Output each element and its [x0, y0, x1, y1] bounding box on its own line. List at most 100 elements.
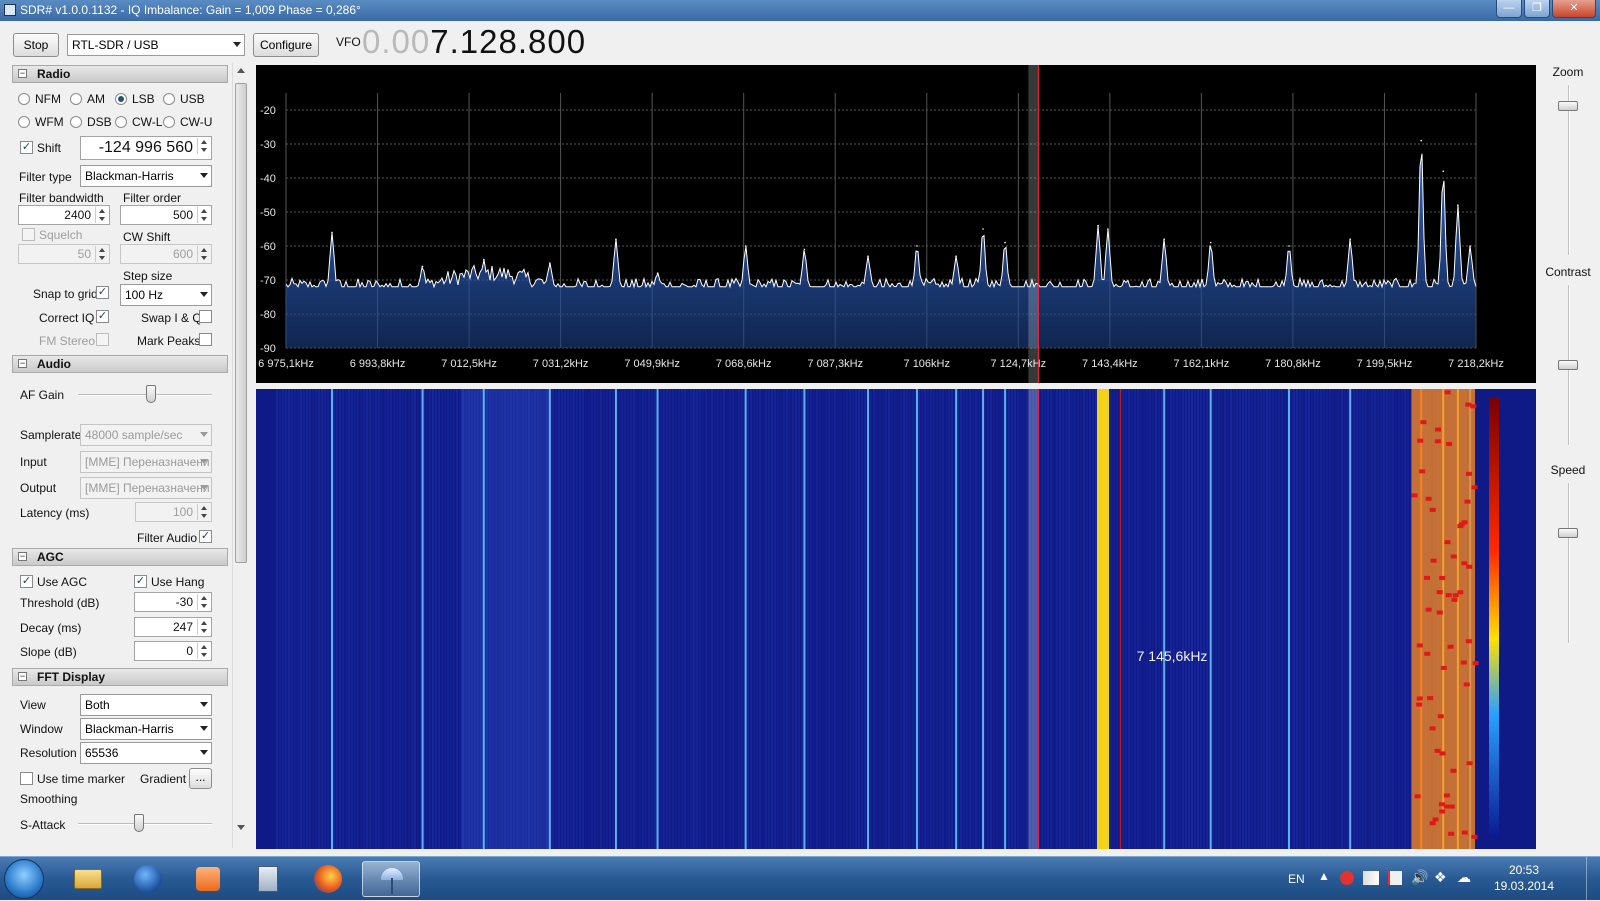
squelch-checkbox[interactable] — [22, 228, 35, 241]
cloud-icon[interactable]: ☁ — [1457, 869, 1471, 886]
spin-arrows-icon[interactable] — [197, 504, 210, 520]
gradient-button[interactable]: ... — [189, 768, 212, 789]
correct-iq-checkbox[interactable]: ✓ — [96, 310, 109, 323]
snap-to-grid-checkbox[interactable]: ✓ — [96, 286, 109, 299]
decay-input[interactable]: 247 — [134, 617, 212, 637]
collapse-icon[interactable]: − — [18, 359, 27, 368]
video-player-taskbar-button[interactable] — [182, 861, 234, 897]
speed-slider-track[interactable] — [1568, 483, 1570, 643]
filter-bandwidth-input[interactable]: 2400 — [18, 205, 110, 225]
output-device-select[interactable]: [MME] Переназначени — [80, 477, 212, 499]
firefox-taskbar-button[interactable] — [302, 861, 354, 897]
mode-radio-nfm[interactable] — [18, 93, 30, 105]
media-player-taskbar-button[interactable] — [122, 861, 174, 897]
explorer-taskbar-button[interactable] — [62, 861, 114, 897]
device-select[interactable]: RTL-SDR / USB — [67, 34, 245, 56]
configure-button[interactable]: Configure — [253, 33, 319, 57]
samplerate-select[interactable]: 48000 sample/sec — [80, 424, 212, 446]
clock-date[interactable]: 19.03.2014 — [1488, 879, 1560, 893]
waterfall-vfo-band[interactable] — [1028, 389, 1039, 849]
start-button[interactable] — [4, 859, 44, 899]
latency-input[interactable]: 100 — [135, 502, 212, 522]
language-indicator[interactable]: EN — [1288, 857, 1305, 901]
action-center-icon[interactable] — [1388, 871, 1402, 885]
filter-order-input[interactable]: 500 — [120, 205, 212, 225]
antivirus-icon[interactable] — [1340, 871, 1354, 885]
resolution-select[interactable]: 65536 — [80, 742, 212, 764]
use-agc-checkbox[interactable]: ✓ — [20, 575, 33, 588]
af-gain-slider-track[interactable] — [78, 394, 212, 396]
mark-peaks-checkbox[interactable] — [199, 333, 212, 346]
stop-button[interactable]: Stop — [13, 33, 59, 57]
use-time-marker-checkbox[interactable] — [20, 772, 33, 785]
mode-radio-usb[interactable] — [163, 93, 175, 105]
spin-arrows-icon[interactable] — [197, 207, 210, 223]
close-button[interactable]: ✕ — [1552, 0, 1596, 18]
collapse-icon[interactable]: − — [18, 69, 27, 78]
spectrum-plot[interactable]: -20 -30 -40 -50 -60 -70 -80 -90 6 975,1kHz 6 993,… — [256, 65, 1536, 383]
slope-input[interactable]: 0 — [134, 641, 212, 661]
collapse-icon[interactable]: − — [18, 552, 27, 561]
waterfall-plot[interactable]: 7 145,6kHz — [256, 389, 1536, 849]
spectrum-peak — [1288, 245, 1290, 247]
fft-window-select[interactable]: Blackman-Harris — [80, 718, 212, 740]
spin-arrows-icon[interactable] — [197, 138, 210, 154]
shift-input[interactable]: -124 996 560 — [80, 136, 212, 160]
scrollbar-thumb[interactable] — [235, 83, 247, 563]
filter-audio-checkbox[interactable]: ✓ — [199, 530, 212, 543]
waterfall-noise-column — [369, 389, 371, 849]
mode-radio-am[interactable] — [70, 93, 82, 105]
waterfall-signal — [614, 389, 617, 849]
minimize-button[interactable]: — — [1496, 0, 1522, 18]
af-gain-slider[interactable] — [146, 385, 157, 403]
mode-radio-dsb[interactable] — [70, 116, 82, 128]
contrast-slider[interactable] — [1558, 360, 1578, 370]
step-size-select[interactable]: 100 Hz — [120, 284, 212, 306]
spin-arrows-icon[interactable] — [95, 207, 108, 223]
view-select[interactable]: Both — [80, 694, 212, 716]
fft-display-section-header[interactable]: − FFT Display — [12, 668, 228, 686]
squelch-input[interactable]: 50 — [18, 244, 110, 264]
spectrum-analyzer[interactable]: -20 -30 -40 -50 -60 -70 -80 -90 6 975,1kHz 6 993,… — [256, 65, 1536, 383]
network-icon[interactable] — [1363, 871, 1379, 885]
threshold-input[interactable]: -30 — [134, 592, 212, 612]
dropbox-icon[interactable]: ❖ — [1434, 869, 1447, 886]
maximize-button[interactable]: ❐ — [1524, 0, 1550, 18]
vfo-filter-band[interactable] — [1028, 65, 1039, 383]
audio-section-header[interactable]: − Audio — [12, 355, 228, 373]
s-attack-slider-track[interactable] — [78, 823, 212, 825]
sdrsharp-taskbar-button[interactable] — [362, 861, 420, 897]
spin-arrows-icon[interactable] — [197, 619, 210, 635]
show-hidden-icons-icon[interactable]: ▲ — [1318, 869, 1330, 883]
speed-slider[interactable] — [1558, 528, 1578, 538]
s-attack-slider[interactable] — [133, 814, 144, 832]
use-hang-checkbox[interactable]: ✓ — [134, 575, 147, 588]
show-desktop-button[interactable] — [1586, 857, 1600, 901]
collapse-icon[interactable]: − — [18, 672, 27, 681]
spin-arrows-icon[interactable] — [197, 643, 210, 659]
scroll-down-icon[interactable] — [237, 825, 245, 830]
spin-arrows-icon[interactable] — [95, 246, 108, 262]
waterfall-display[interactable]: 7 145,6kHz — [256, 389, 1536, 849]
calculator-taskbar-button[interactable] — [242, 861, 294, 897]
mode-radio-cw-l[interactable] — [115, 116, 127, 128]
mode-radio-cw-u[interactable] — [163, 116, 175, 128]
input-device-select[interactable]: [MME] Переназначени — [80, 451, 212, 473]
cw-shift-input[interactable]: 600 — [120, 244, 212, 264]
scroll-up-icon[interactable] — [237, 68, 245, 73]
control-panel-scrollbar[interactable] — [232, 63, 248, 848]
agc-section-header[interactable]: − AGC — [12, 548, 228, 566]
spin-arrows-icon[interactable] — [197, 246, 210, 262]
spin-arrows-icon[interactable] — [197, 594, 210, 610]
clock-time[interactable]: 20:53 — [1500, 863, 1548, 877]
volume-icon[interactable]: 🔊 — [1411, 869, 1428, 886]
mode-radio-lsb[interactable] — [115, 93, 127, 105]
radio-section-header[interactable]: − Radio — [12, 65, 228, 83]
shift-checkbox[interactable]: ✓ — [20, 141, 33, 154]
fm-stereo-checkbox[interactable] — [96, 333, 109, 346]
filter-type-select[interactable]: Blackman-Harris — [80, 165, 212, 187]
zoom-slider[interactable] — [1558, 101, 1578, 111]
swap-iq-checkbox[interactable] — [199, 310, 212, 323]
mode-radio-wfm[interactable] — [18, 116, 30, 128]
vfo-frequency-display[interactable]: 0.007.128.800 — [362, 23, 586, 61]
